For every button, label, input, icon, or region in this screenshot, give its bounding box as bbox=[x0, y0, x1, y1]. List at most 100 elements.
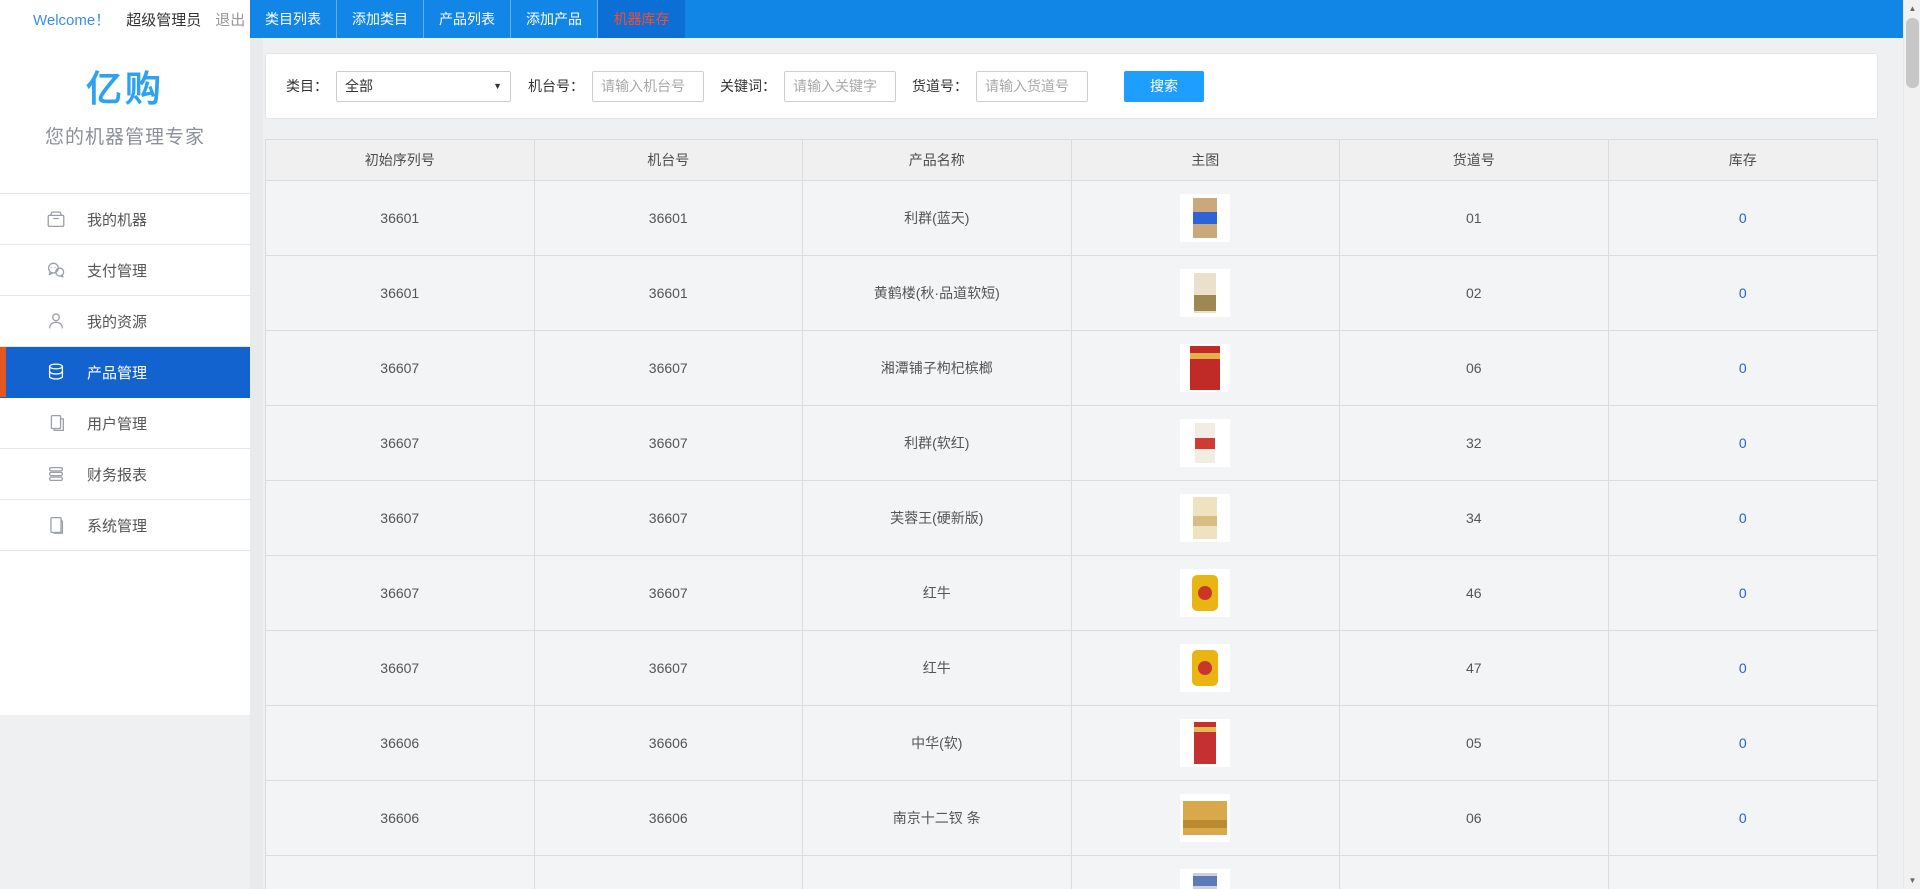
sidebar-item-4[interactable]: 产品管理 bbox=[0, 347, 250, 398]
main-image-cell bbox=[1072, 481, 1341, 556]
document-icon bbox=[45, 514, 67, 536]
logout-link[interactable]: 退出 bbox=[215, 9, 245, 30]
page-scrollbar[interactable]: ▲ ▼ bbox=[1903, 0, 1920, 889]
product-thumbnail bbox=[1180, 494, 1230, 542]
channel-no-cell: 06 bbox=[1340, 781, 1609, 856]
sidebar-item-label: 产品管理 bbox=[87, 362, 147, 383]
main-image-cell bbox=[1072, 706, 1341, 781]
main-image-cell bbox=[1072, 406, 1341, 481]
sidebar: Welcome！ 超级管理员 退出 亿购 您的机器管理专家 我的机器支付管理我的… bbox=[0, 0, 250, 715]
machine-no-cell: 36606 bbox=[535, 706, 804, 781]
stock-cell: 0 bbox=[1609, 181, 1878, 256]
pages-icon bbox=[45, 412, 67, 434]
sidebar-scrollbar-track[interactable] bbox=[250, 38, 263, 889]
product-name-cell bbox=[803, 856, 1072, 889]
sidebar-item-label: 财务报表 bbox=[87, 464, 147, 485]
main-image-cell bbox=[1072, 556, 1341, 631]
scroll-down-arrow-icon[interactable]: ▼ bbox=[1904, 872, 1920, 889]
column-header-6: 库存 bbox=[1609, 140, 1878, 181]
app-tagline: 您的机器管理专家 bbox=[0, 122, 250, 149]
stock-link[interactable]: 0 bbox=[1739, 510, 1747, 526]
table-row: 3660736607湘潭铺子枸杞槟榔060 bbox=[266, 331, 1877, 406]
machine-no-input-label: 机台号： bbox=[528, 76, 584, 96]
serial-cell: 36606 bbox=[266, 781, 535, 856]
stock-link[interactable]: 0 bbox=[1739, 660, 1747, 676]
table-row: 3660136601黄鹤楼(秋·品道软短)020 bbox=[266, 256, 1877, 331]
serial-cell: 36607 bbox=[266, 331, 535, 406]
table-row: 3660136601利群(蓝天)010 bbox=[266, 181, 1877, 256]
channel-no-cell: 47 bbox=[1340, 631, 1609, 706]
sidebar-item-6[interactable]: 财务报表 bbox=[0, 449, 250, 500]
stock-cell bbox=[1609, 856, 1878, 889]
top-nav: 类目列表添加类目产品列表添加产品机器库存 bbox=[250, 0, 1903, 38]
sidebar-menu: 我的机器支付管理我的资源产品管理用户管理财务报表系统管理 bbox=[0, 193, 250, 551]
app-logo: 亿购 bbox=[0, 60, 250, 112]
scroll-up-arrow-icon[interactable]: ▲ bbox=[1904, 0, 1920, 17]
machine-no-input[interactable] bbox=[592, 71, 704, 102]
sidebar-item-1[interactable]: 我的机器 bbox=[0, 194, 250, 245]
stock-cell: 0 bbox=[1609, 331, 1878, 406]
stock-link[interactable]: 0 bbox=[1739, 210, 1747, 226]
stock-link[interactable]: 0 bbox=[1739, 585, 1747, 601]
welcome-bar: Welcome！ 超级管理员 退出 bbox=[0, 0, 250, 38]
product-name-cell: 红牛 bbox=[803, 631, 1072, 706]
keyword-input[interactable] bbox=[784, 71, 896, 102]
column-header-2: 机台号 bbox=[535, 140, 804, 181]
serial-cell: 36607 bbox=[266, 406, 535, 481]
sidebar-item-7[interactable]: 系统管理 bbox=[0, 500, 250, 551]
sidebar-item-5[interactable]: 用户管理 bbox=[0, 398, 250, 449]
table-row: 3660736607红牛460 bbox=[266, 556, 1877, 631]
payment-icon bbox=[45, 259, 67, 281]
keyword-input-label: 关键词： bbox=[720, 76, 776, 96]
column-header-4: 主图 bbox=[1072, 140, 1341, 181]
nav-tab-4[interactable]: 添加产品 bbox=[511, 0, 598, 38]
category-select-value: 全部 bbox=[345, 76, 373, 96]
column-header-5: 货道号 bbox=[1340, 140, 1609, 181]
stock-link[interactable]: 0 bbox=[1739, 735, 1747, 751]
table-row bbox=[266, 856, 1877, 889]
channel-no-cell: 46 bbox=[1340, 556, 1609, 631]
nav-tab-2[interactable]: 添加类目 bbox=[337, 0, 424, 38]
report-icon bbox=[45, 463, 67, 485]
serial-cell: 36601 bbox=[266, 256, 535, 331]
serial-cell: 36607 bbox=[266, 556, 535, 631]
machine-no-cell: 36601 bbox=[535, 256, 804, 331]
machine-no-cell: 36607 bbox=[535, 331, 804, 406]
stock-link[interactable]: 0 bbox=[1739, 285, 1747, 301]
channel-no-input[interactable] bbox=[976, 71, 1088, 102]
stock-link[interactable]: 0 bbox=[1739, 810, 1747, 826]
nav-tab-1[interactable]: 类目列表 bbox=[250, 0, 337, 38]
nav-tab-3[interactable]: 产品列表 bbox=[424, 0, 511, 38]
serial-cell: 36601 bbox=[266, 181, 535, 256]
stock-cell: 0 bbox=[1609, 406, 1878, 481]
channel-no-cell: 01 bbox=[1340, 181, 1609, 256]
search-button[interactable]: 搜索 bbox=[1124, 71, 1204, 102]
sidebar-item-3[interactable]: 我的资源 bbox=[0, 296, 250, 347]
machine-no-cell: 36607 bbox=[535, 406, 804, 481]
column-header-3: 产品名称 bbox=[803, 140, 1072, 181]
main-image-cell bbox=[1072, 331, 1341, 406]
current-user: 超级管理员 bbox=[126, 9, 201, 30]
sidebar-item-label: 系统管理 bbox=[87, 515, 147, 536]
product-name-cell: 利群(蓝天) bbox=[803, 181, 1072, 256]
scrollbar-thumb[interactable] bbox=[1906, 18, 1919, 88]
serial-cell: 36607 bbox=[266, 481, 535, 556]
stock-link[interactable]: 0 bbox=[1739, 435, 1747, 451]
product-thumbnail bbox=[1180, 719, 1230, 767]
sidebar-item-2[interactable]: 支付管理 bbox=[0, 245, 250, 296]
product-thumbnail bbox=[1180, 269, 1230, 317]
product-name-cell: 南京十二钗 条 bbox=[803, 781, 1072, 856]
product-thumbnail bbox=[1180, 569, 1230, 617]
product-name-cell: 红牛 bbox=[803, 556, 1072, 631]
category-select[interactable]: 全部 ▼ bbox=[336, 71, 511, 102]
machine-no-cell: 36607 bbox=[535, 556, 804, 631]
main-image-cell bbox=[1072, 256, 1341, 331]
stock-link[interactable]: 0 bbox=[1739, 360, 1747, 376]
stock-cell: 0 bbox=[1609, 256, 1878, 331]
chevron-down-icon: ▼ bbox=[493, 81, 502, 91]
product-name-cell: 利群(软红) bbox=[803, 406, 1072, 481]
sidebar-item-label: 支付管理 bbox=[87, 260, 147, 281]
nav-tab-5[interactable]: 机器库存 bbox=[598, 0, 685, 38]
main-image-cell bbox=[1072, 781, 1341, 856]
database-icon bbox=[45, 361, 67, 383]
